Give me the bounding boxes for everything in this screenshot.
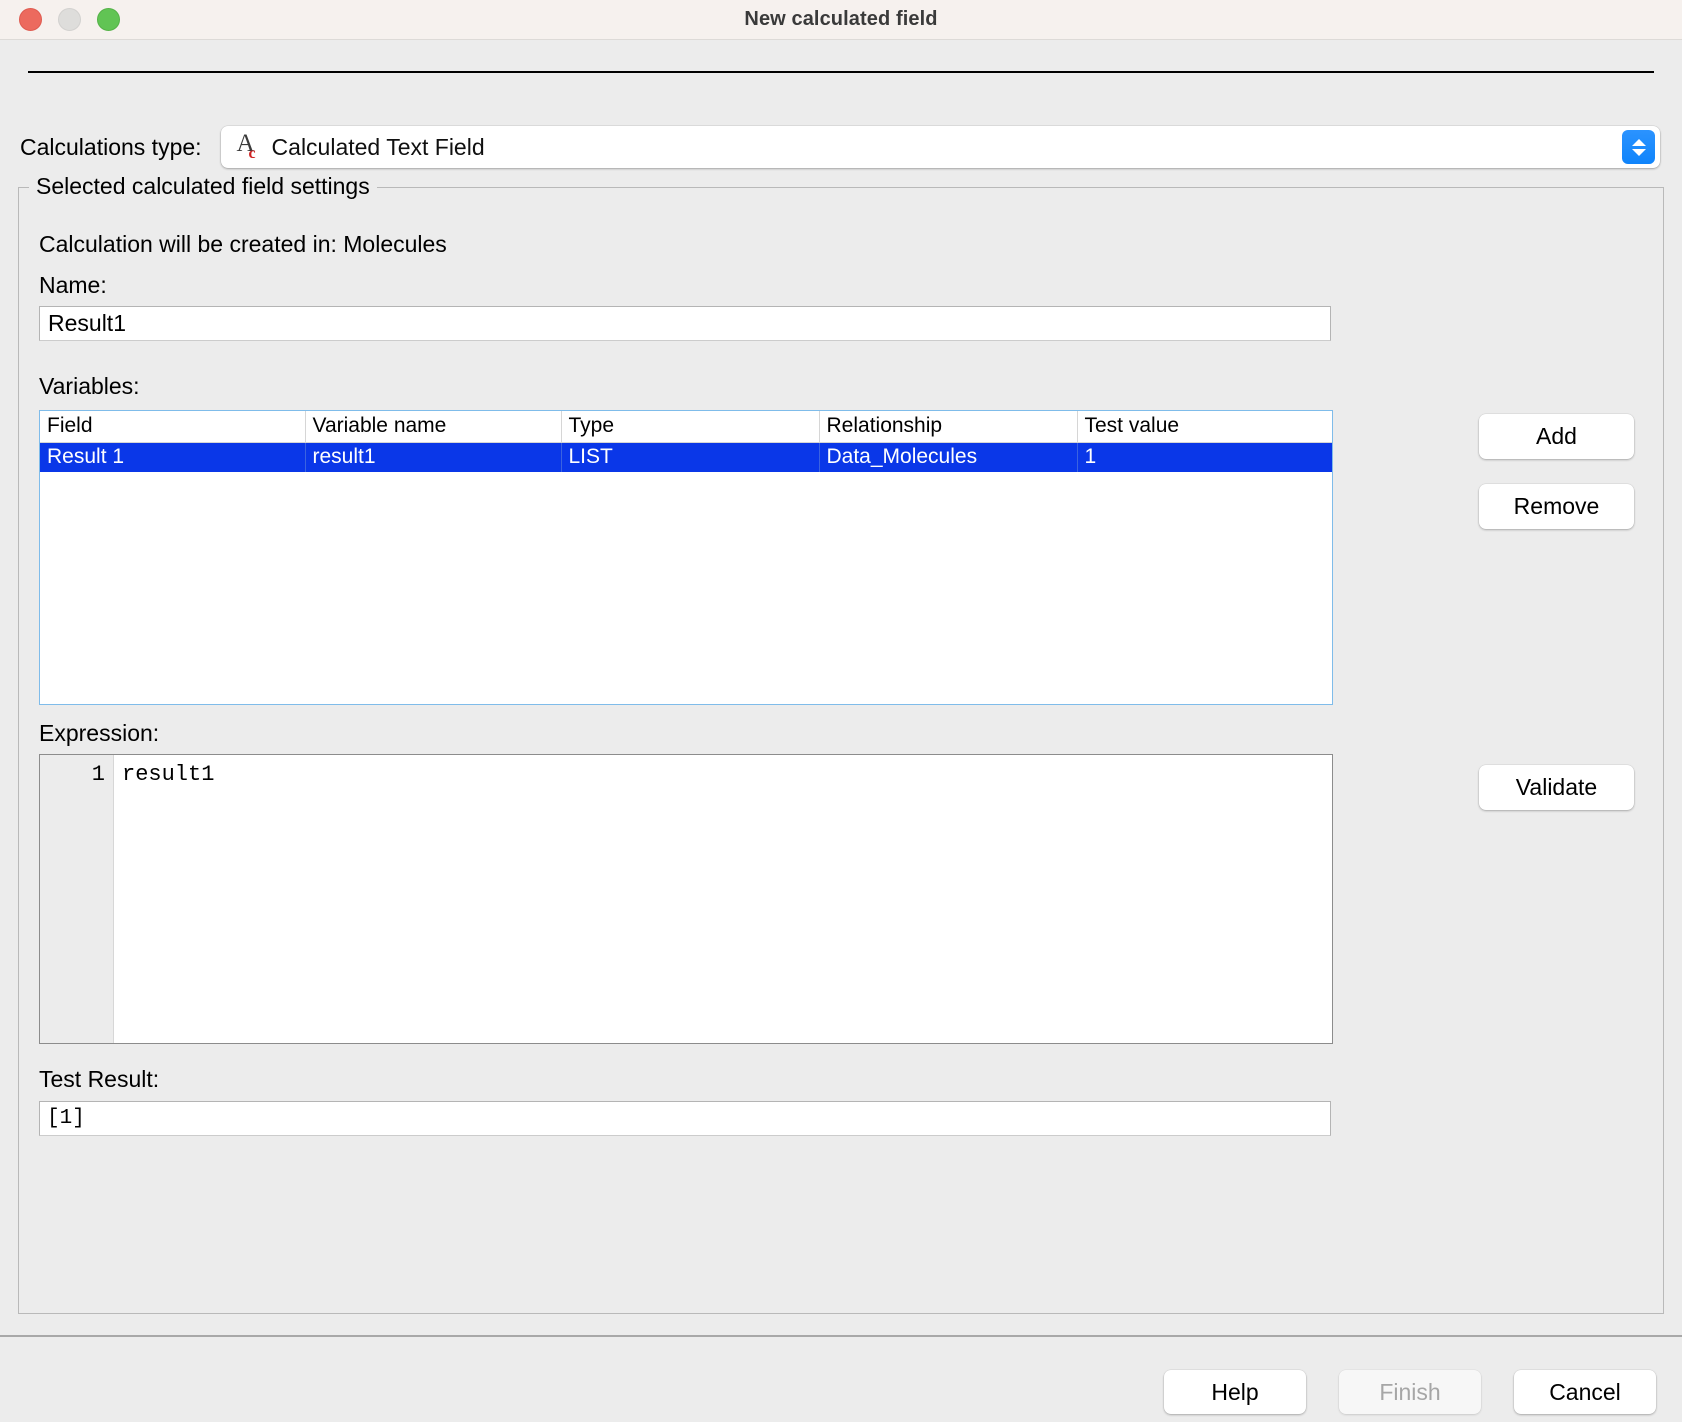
line-number-gutter: 1 — [40, 755, 114, 1043]
chevron-down-icon — [1632, 149, 1646, 156]
test-result-value: [1] — [39, 1101, 1331, 1136]
finish-button: Finish — [1339, 1370, 1481, 1414]
expression-label: Expression: — [39, 720, 159, 747]
expression-editor[interactable]: 1 result1 — [39, 754, 1333, 1044]
column-header-variable-name[interactable]: Variable name — [305, 411, 561, 442]
footer-divider — [0, 1335, 1682, 1337]
column-header-relationship[interactable]: Relationship — [819, 411, 1077, 442]
dialog-footer: Help Finish Cancel — [1164, 1370, 1656, 1414]
calculations-type-label: Calculations type: — [20, 134, 202, 161]
cell-test-value: 1 — [1077, 442, 1332, 472]
cell-relationship: Data_Molecules — [819, 442, 1077, 472]
column-header-field[interactable]: Field — [40, 411, 305, 442]
window-titlebar: New calculated field — [0, 0, 1682, 40]
cell-type: LIST — [561, 442, 819, 472]
expression-code-area[interactable]: result1 — [114, 755, 1332, 1043]
icon-subscript-c: c — [249, 146, 256, 162]
top-divider — [28, 71, 1654, 73]
cell-variable-name: result1 — [305, 442, 561, 472]
validate-button[interactable]: Validate — [1479, 765, 1634, 810]
calculations-type-value: Calculated Text Field — [272, 134, 485, 161]
name-label: Name: — [39, 272, 107, 299]
close-window-button[interactable] — [19, 8, 42, 31]
window-controls — [0, 8, 120, 31]
calculation-created-in-text: Calculation will be created in: Molecule… — [39, 231, 447, 258]
help-button[interactable]: Help — [1164, 1370, 1306, 1414]
calculations-type-dropdown[interactable]: A c Calculated Text Field — [221, 126, 1660, 168]
calculated-text-field-icon: A c — [237, 133, 261, 161]
calculations-type-row: Calculations type: A c Calculated Text F… — [20, 126, 1660, 168]
table-row[interactable]: Result 1 result1 LIST Data_Molecules 1 — [40, 442, 1332, 472]
add-button[interactable]: Add — [1479, 414, 1634, 459]
maximize-window-button[interactable] — [97, 8, 120, 31]
variables-table[interactable]: Field Variable name Type Relationship Te… — [39, 410, 1333, 705]
test-result-label: Test Result: — [39, 1066, 159, 1093]
remove-button[interactable]: Remove — [1479, 484, 1634, 529]
window-title: New calculated field — [0, 8, 1682, 31]
chevron-updown-icon[interactable] — [1622, 130, 1655, 164]
selected-calculated-field-settings-group: Selected calculated field settings Calcu… — [18, 187, 1664, 1314]
chevron-up-icon — [1632, 139, 1646, 146]
dialog-body: Calculations type: A c Calculated Text F… — [0, 40, 1682, 1422]
column-header-type[interactable]: Type — [561, 411, 819, 442]
table-header-row: Field Variable name Type Relationship Te… — [40, 411, 1332, 442]
minimize-window-button[interactable] — [58, 8, 81, 31]
cell-field: Result 1 — [40, 442, 305, 472]
name-input[interactable]: Result1 — [39, 306, 1331, 341]
cancel-button[interactable]: Cancel — [1514, 1370, 1656, 1414]
column-header-test-value[interactable]: Test value — [1077, 411, 1332, 442]
variables-label: Variables: — [39, 373, 140, 400]
group-title: Selected calculated field settings — [29, 173, 377, 200]
